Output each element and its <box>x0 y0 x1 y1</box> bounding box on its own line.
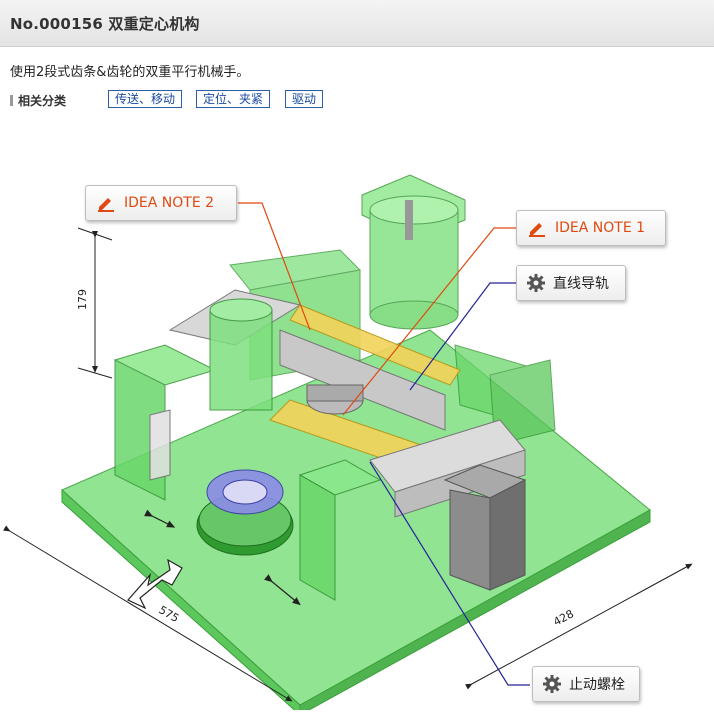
stop-bolt-label: 止动螺栓 <box>569 677 625 693</box>
rear-cylinder <box>361 174 466 330</box>
idea-note-2-label: IDEA NOTE 2 <box>124 195 215 211</box>
pencil-icon <box>98 198 114 212</box>
categories-label-text: 相关分类 <box>18 94 67 108</box>
page-title: No.000156 双重定心机构 <box>10 15 200 33</box>
width-dimension: 428 <box>551 607 576 628</box>
categories-marker <box>10 95 13 106</box>
tag-positioning-clamping[interactable]: 定位、夹紧 <box>196 90 271 108</box>
tag-transfer-move[interactable]: 传送、移动 <box>108 90 183 108</box>
linear-guide-label: 直线导轨 <box>553 276 609 292</box>
idea-note-2-button[interactable]: IDEA NOTE 2 <box>85 185 237 221</box>
gear-icon <box>543 675 561 693</box>
gear-icon <box>527 274 545 292</box>
description-text: 使用2段式齿条&齿轮的双重平行机械手。 <box>10 65 250 80</box>
linear-guide-button[interactable]: 直线导轨 <box>516 265 626 301</box>
height-dimension: 179 <box>76 289 89 310</box>
tag-drive[interactable]: 驱动 <box>285 90 324 108</box>
pencil-icon <box>529 223 545 237</box>
stop-bolt-button[interactable]: 止动螺栓 <box>532 666 640 702</box>
gear-workpiece <box>196 469 294 556</box>
categories-label: 相关分类 <box>10 92 66 109</box>
idea-note-1-label: IDEA NOTE 1 <box>555 220 646 236</box>
mechanism-diagram: 179 575 428 IDEA NOTE 2 IDEA NOTE 1 直线导轨… <box>0 130 714 714</box>
idea-note-1-button[interactable]: IDEA NOTE 1 <box>516 210 666 246</box>
header-bar: No.000156 双重定心机构 <box>0 0 714 47</box>
